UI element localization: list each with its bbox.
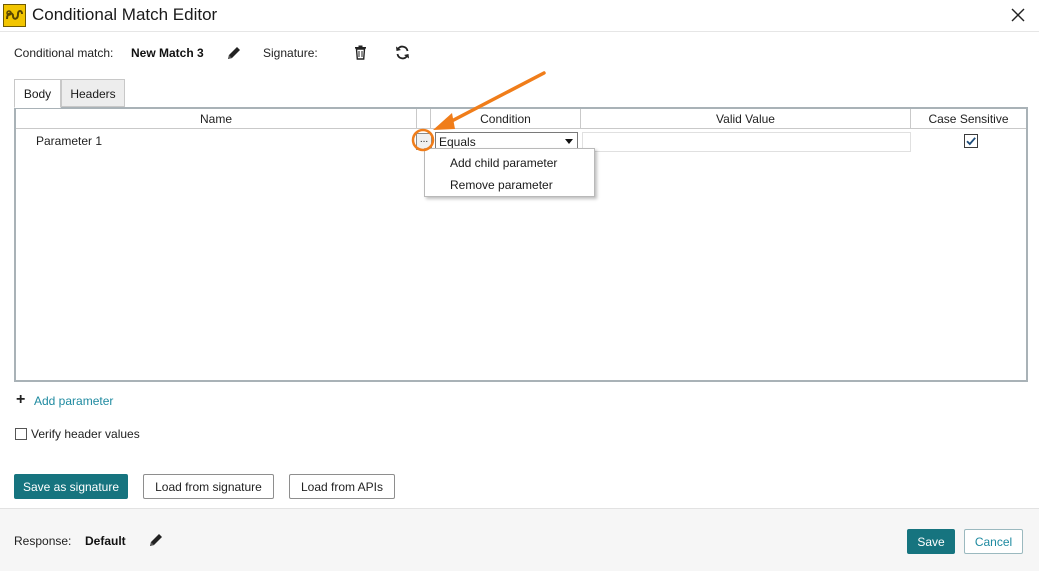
refresh-icon[interactable]	[395, 45, 410, 60]
column-header-action	[417, 109, 431, 129]
row-context-menu: Add child parameter Remove parameter	[424, 148, 595, 197]
app-logo-icon	[3, 4, 26, 27]
trash-icon[interactable]	[354, 45, 367, 60]
valid-value-input[interactable]	[582, 132, 911, 152]
verify-header-label: Verify header values	[31, 427, 140, 441]
pencil-icon[interactable]	[148, 532, 164, 548]
pencil-icon[interactable]	[226, 45, 242, 61]
match-name: New Match 3	[131, 46, 204, 60]
load-from-apis-button[interactable]: Load from APIs	[289, 474, 395, 499]
response-value: Default	[85, 534, 126, 548]
save-button[interactable]: Save	[907, 529, 955, 554]
load-from-signature-button[interactable]: Load from signature	[143, 474, 274, 499]
grid-header: Name Condition Valid Value Case Sensitiv…	[16, 109, 1026, 129]
signature-label: Signature:	[263, 46, 318, 60]
column-header-case-sensitive: Case Sensitive	[928, 112, 1009, 126]
cancel-button[interactable]: Cancel	[964, 529, 1023, 554]
column-header-valid-value: Valid Value	[581, 109, 911, 129]
footer-bar: Response: Default Save Cancel	[0, 508, 1039, 571]
column-header-name: Name	[16, 109, 417, 129]
tab-headers[interactable]: Headers	[61, 79, 125, 107]
menu-item-add-child-parameter[interactable]: Add child parameter	[450, 156, 557, 170]
column-header-condition: Condition	[431, 109, 581, 129]
checkmark-icon	[966, 137, 976, 146]
condition-select-value: Equals	[439, 135, 476, 149]
add-parameter-label: Add parameter	[34, 394, 114, 408]
conditional-match-label: Conditional match:	[14, 46, 114, 60]
tab-body[interactable]: Body	[14, 79, 61, 108]
menu-item-remove-parameter[interactable]: Remove parameter	[450, 178, 553, 192]
response-label: Response:	[14, 534, 72, 548]
chevron-down-icon	[565, 139, 573, 144]
parameter-name-cell[interactable]: Parameter 1	[36, 134, 102, 148]
plus-icon: +	[16, 391, 26, 408]
save-as-signature-button[interactable]: Save as signature	[14, 474, 128, 499]
window-title: Conditional Match Editor	[32, 5, 218, 24]
close-icon[interactable]	[1009, 6, 1027, 24]
case-sensitive-checkbox[interactable]	[964, 134, 978, 148]
verify-header-checkbox[interactable]	[15, 428, 27, 440]
title-bar: Conditional Match Editor	[0, 0, 1039, 32]
